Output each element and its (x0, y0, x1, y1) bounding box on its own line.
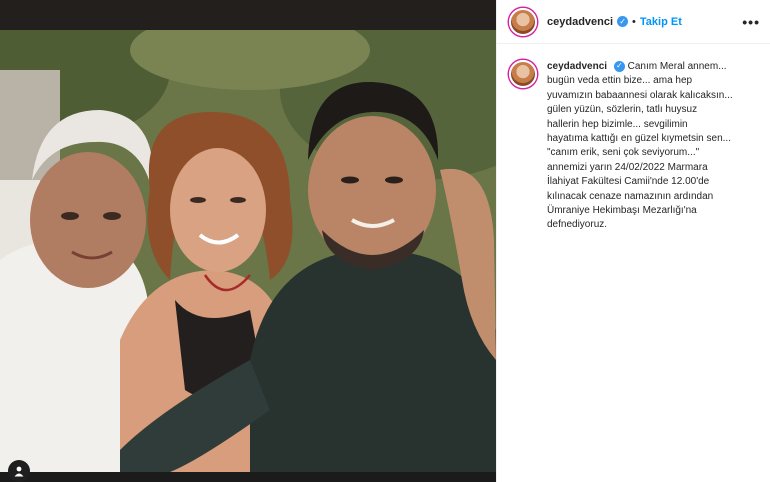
caption-avatar[interactable] (509, 60, 537, 88)
avatar[interactable] (509, 7, 537, 36)
caption-username[interactable]: ceydadvenci (547, 61, 607, 72)
post-sidebar: ceydadvenci ✓ • Takip Et ••• ceydadvenci… (496, 0, 770, 482)
follow-button[interactable]: Takip Et (640, 16, 682, 28)
post-photo[interactable] (0, 30, 496, 472)
photo-bottom-border (0, 472, 496, 482)
post-header: ceydadvenci ✓ • Takip Et ••• (497, 0, 770, 44)
caption-line-1: Canım Meral annem... (627, 61, 727, 72)
user-tag-icon[interactable] (8, 460, 30, 482)
photo-top-border (0, 0, 496, 30)
caption-verified-badge-icon: ✓ (613, 60, 625, 72)
post-media[interactable] (0, 0, 496, 482)
more-options-icon[interactable]: ••• (742, 14, 760, 30)
verified-badge-icon: ✓ (617, 16, 629, 27)
header-separator: • (632, 15, 636, 28)
caption-body: bugün veda ettin bize... ama hep yuvamız… (547, 75, 733, 231)
post-caption: ceydadvenci ✓ Canım Meral annem... bugün… (497, 44, 770, 233)
family-portrait-image (0, 30, 496, 472)
header-username[interactable]: ceydadvenci (547, 16, 613, 28)
caption-text: ceydadvenci ✓ Canım Meral annem... bugün… (547, 60, 760, 233)
